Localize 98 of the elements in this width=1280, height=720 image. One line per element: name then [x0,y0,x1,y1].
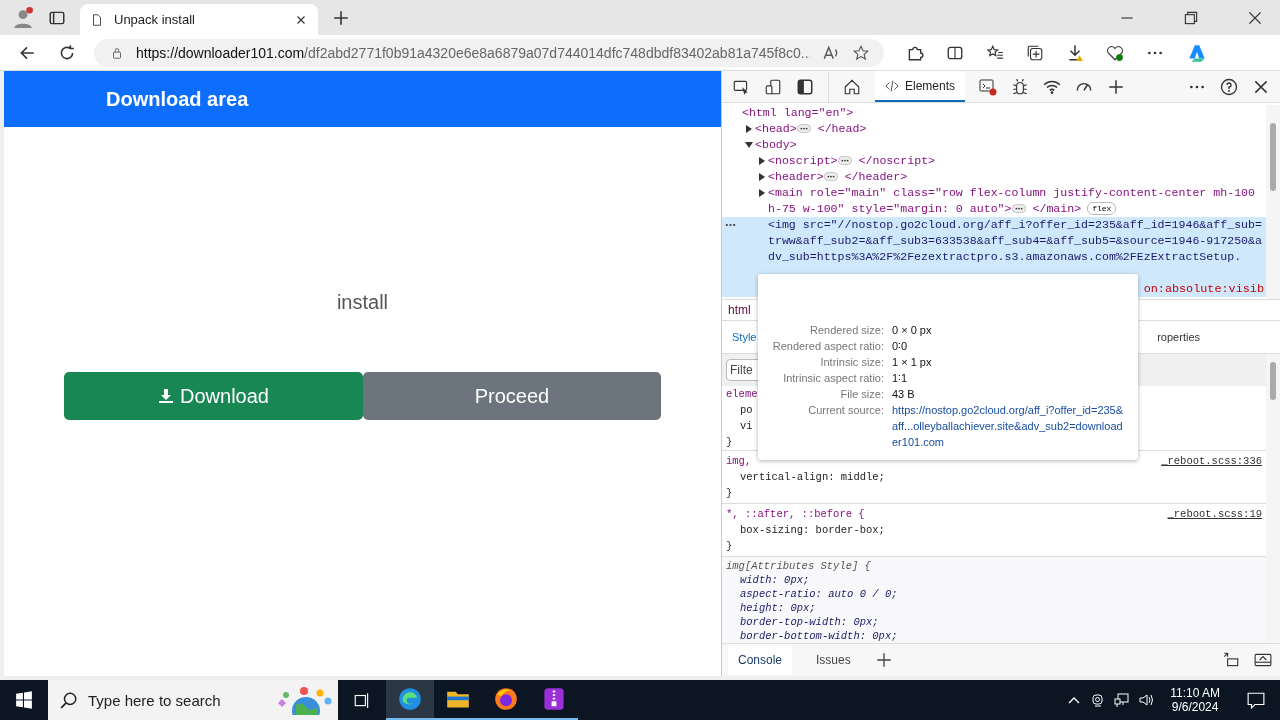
expand-toggle-icon[interactable] [745,141,753,149]
dom-node[interactable]: <noscript> </noscript> [722,153,1266,169]
taskbar-app[interactable] [386,680,434,720]
dom-node[interactable]: <main role="main" class="row flex-column justify-content-center mh-100 h-75 w-100" style="margin: 0 auto"> </main> flex [722,185,1266,217]
code-icon [885,78,899,93]
tooltip-label: Intrinsic aspect ratio: [782,371,884,386]
css-selector: eleme [726,387,758,402]
download-icon[interactable] [1066,43,1084,62]
tooltip-value: 1∶1 [892,371,908,386]
css-declaration: vertical-align: middle; [740,470,885,485]
tooltip-label: Rendered aspect ratio: [771,339,884,354]
styles-tab[interactable]: Style [732,331,757,343]
css-selector: img, [726,454,752,469]
task-view-icon[interactable] [353,691,371,709]
css-declaration: box-sizing: border-box; [740,523,885,538]
favorites-icon[interactable] [986,43,1004,62]
refresh-icon[interactable] [58,43,76,62]
tooltip-value: 1 × 1 px [892,355,932,370]
new-tab-icon[interactable] [332,8,350,27]
ellipsis-icon[interactable] [837,156,852,165]
tooltip-label: Current source: [807,403,884,418]
sidebar-icon[interactable] [796,77,814,96]
tooltip-label: Rendered size: [809,323,884,338]
dom-node[interactable]: <head> </head> [722,121,1266,137]
tooltip-value: 43 B [892,387,915,402]
closing-brace: } [726,539,733,554]
heart-pulse-icon[interactable] [1106,43,1124,62]
clock-date[interactable]: 9/6/2024 [1171,700,1219,714]
dom-node[interactable]: <html lang="en"> [722,105,1266,121]
search-box[interactable]: Type here to search [48,680,338,720]
drawer-tab[interactable]: Issues [806,645,861,675]
expand-toggle-icon[interactable] [758,189,766,197]
drawer-tab[interactable]: Console [728,645,793,675]
start-icon[interactable] [15,691,33,709]
speaker-icon[interactable] [1138,692,1155,708]
download-button[interactable]: Download [64,372,363,420]
network-icon[interactable] [1114,692,1131,708]
css-selector: img[Attributes Style] { [726,559,871,573]
read-aloud-icon[interactable] [822,43,840,62]
ellipsis-icon[interactable] [823,172,838,181]
panel-icon[interactable] [1254,651,1272,669]
add-icon[interactable] [874,651,893,669]
page-icon [90,12,104,27]
css-selector: *, ::after, ::before { [726,507,865,522]
dom-node[interactable]: <header> </header> [722,169,1266,185]
collections-icon[interactable] [1026,43,1044,62]
tab-title: Unpack install [114,12,196,27]
console-error-icon[interactable] [979,77,998,96]
caption: install [336,291,389,314]
ellipsis-icon[interactable] [1011,204,1026,213]
bug-icon[interactable] [1011,77,1030,96]
more-icon[interactable] [725,223,736,227]
device-icon[interactable] [764,77,782,96]
source-link[interactable]: _reboot.scss:19 [1167,506,1262,522]
add-icon[interactable] [1107,77,1126,96]
expand-toggle-icon[interactable] [745,125,753,133]
browser-icon [398,687,422,711]
dom-node[interactable]: <body> [722,137,1266,153]
scrollbar[interactable] [1266,354,1280,643]
closing-brace: } [726,486,733,501]
clock-time[interactable]: 11:10 AM [1170,686,1220,700]
css-declaration: border-top-width: 0px; [740,615,879,629]
code-fragment: on:absolute:visib [1142,281,1265,297]
lock-icon[interactable] [110,45,124,60]
page-title: Download area [106,87,249,111]
star-icon[interactable] [852,43,870,62]
source-link[interactable]: https://nostop.go2cloud.org/aff_i?offer_id=235&aff...olleyballachiever.site&adv_sub2=downloader101.com [892,402,1128,450]
css-declaration: border-bottom-width: 0px; [740,629,898,643]
css-declaration: po [740,403,753,418]
tooltip-value: 0 × 0 px [892,323,932,338]
source-link[interactable]: _reboot.scss:336 [1161,453,1262,469]
closing-brace: } [726,435,733,450]
archive-icon [542,687,566,711]
profile-icon[interactable] [12,6,34,29]
css-declaration: aspect-ratio: auto 0 / 0; [740,587,898,601]
styles-tab[interactable]: roperties [1157,331,1200,343]
tooltip-label: File size: [839,387,884,402]
browser-tab[interactable]: Unpack install [80,4,318,35]
help-icon[interactable] [1220,77,1238,96]
expand-toggle-icon[interactable] [758,157,766,165]
ellipsis-icon[interactable] [796,124,811,133]
dock-icon[interactable] [1222,651,1240,669]
elements-tab[interactable]: Elements [875,71,966,102]
download-icon [158,388,174,404]
css-declaration: height: 0px; [740,601,816,615]
css-declaration: vi [740,419,753,434]
css-declaration: width: 0px; [740,573,810,587]
flex-badge[interactable]: flex [1087,202,1117,215]
search-icon [60,691,78,709]
dom-node[interactable]: <img src="//nostop.go2cloud.org/aff_i?offer_id=235&aff_id=1946&aff_sub=trww&aff_sub2=&aff_sub3=633538&aff_sub4=&aff_sub5=&source=1946-917250&adv_sub=https%3A%2F%2Fezextractpro.s3.amazonaws.com%2FEzExtractSetup. [722,217,1266,265]
breadcrumb[interactable]: html [728,303,751,317]
expand-toggle-icon[interactable] [758,173,766,181]
proceed-button[interactable]: Proceed [363,372,661,420]
home-icon[interactable] [843,77,861,96]
tooltip-label: Intrinsic size: [819,355,884,370]
notification-icon[interactable] [1247,691,1265,709]
scrollbar[interactable] [1266,105,1280,299]
tooltip-value: 0∶0 [892,339,908,354]
